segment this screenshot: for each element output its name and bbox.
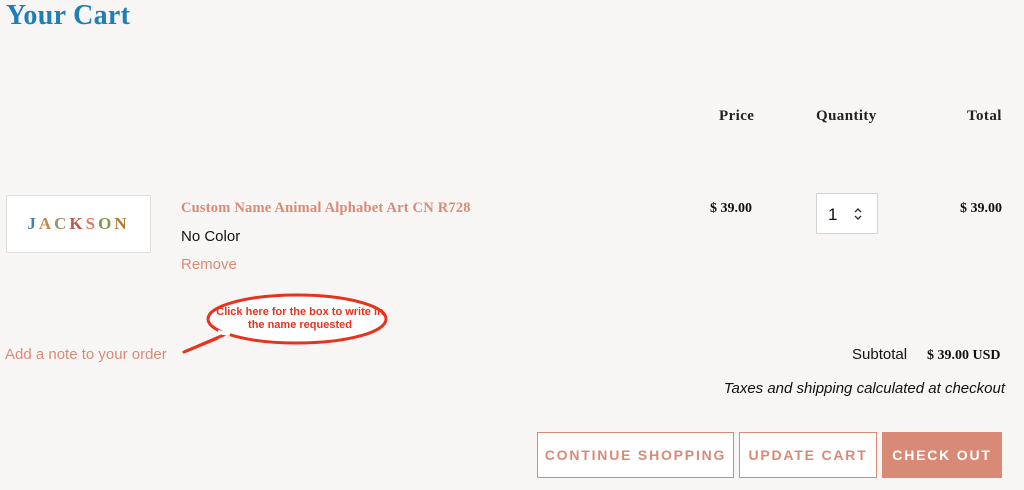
page-title: Your Cart — [6, 0, 131, 31]
product-variant: No Color — [181, 228, 241, 245]
add-order-note-link[interactable]: Add a note to your order — [5, 346, 167, 363]
quantity-value: 1 — [828, 205, 838, 224]
item-total: $ 39.00 — [960, 201, 1002, 216]
continue-shopping-button[interactable]: CONTINUE SHOPPING — [537, 432, 734, 478]
checkout-button[interactable]: CHECK OUT — [882, 432, 1002, 478]
item-price: $ 39.00 — [710, 201, 752, 216]
remove-item-link[interactable]: Remove — [181, 256, 237, 273]
callout-text: Click here for the box to write in the n… — [216, 306, 384, 331]
product-thumbnail[interactable]: JACKSON — [6, 195, 151, 253]
thumbnail-name-art: JACKSON — [27, 214, 130, 233]
quantity-stepper-icon[interactable] — [852, 207, 864, 221]
total-column-header: Total — [967, 108, 1002, 124]
subtotal-label: Subtotal — [852, 346, 908, 363]
update-cart-button[interactable]: UPDATE CART — [739, 432, 877, 478]
subtotal-value: $ 39.00 USD — [927, 348, 1001, 363]
quantity-column-header: Quantity — [816, 108, 877, 124]
quantity-input[interactable]: 1 — [816, 193, 878, 234]
product-title-link[interactable]: Custom Name Animal Alphabet Art CN R728 — [181, 200, 471, 217]
price-column-header: Price — [719, 108, 755, 124]
tax-shipping-note: Taxes and shipping calculated at checkou… — [723, 380, 1005, 397]
